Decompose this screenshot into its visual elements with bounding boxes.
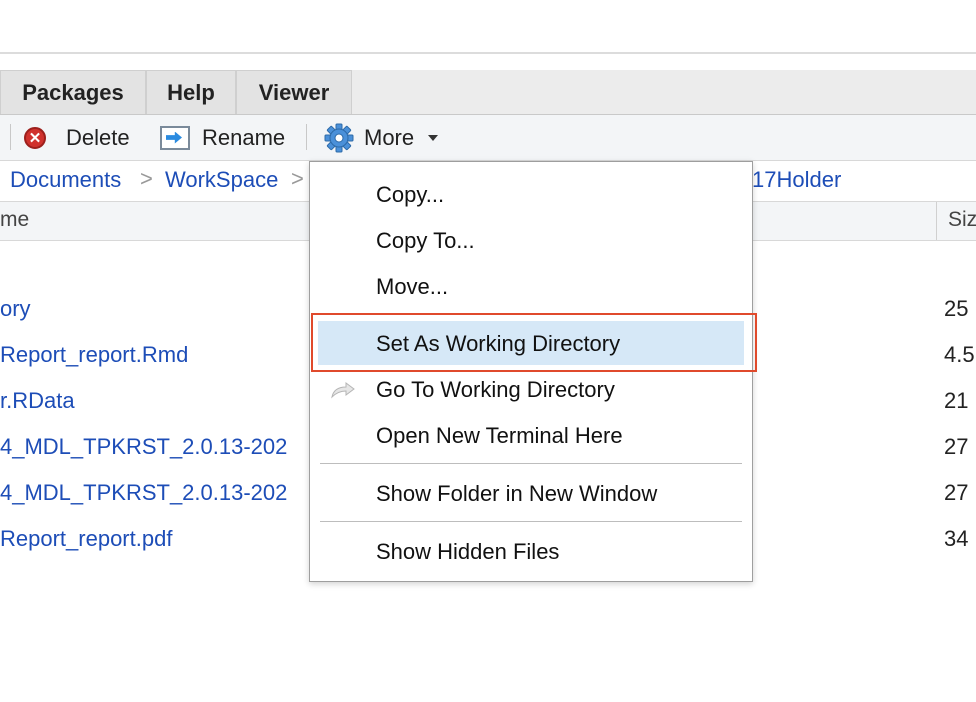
file-name[interactable]: Report_report.Rmd — [0, 342, 188, 368]
file-name[interactable]: 4_MDL_TPKRST_2.0.13-202 — [0, 480, 287, 506]
column-header-name[interactable]: me — [0, 208, 29, 232]
toolbar-divider — [10, 124, 11, 150]
menu-item-label: Copy To... — [376, 228, 475, 253]
breadcrumb-current-folder[interactable]: 17Holder — [752, 167, 841, 193]
menu-item-move[interactable]: Move... — [310, 268, 752, 308]
gear-icon — [324, 123, 354, 152]
file-size: 27 — [944, 434, 969, 459]
breadcrumb-separator: > — [140, 166, 153, 191]
more-dropdown-menu: Copy... Copy To... Move... Set As Workin… — [309, 161, 757, 582]
menu-item-copy[interactable]: Copy... — [310, 176, 752, 216]
menu-item-label: Open New Terminal Here — [376, 423, 623, 448]
caret-down-icon — [428, 134, 439, 141]
tab-viewer[interactable]: Viewer — [236, 70, 352, 114]
delete-label: Delete — [66, 124, 130, 150]
files-toolbar: ✕ Delete Rename More — [0, 115, 976, 161]
file-name[interactable]: Report_report.pdf — [0, 526, 172, 552]
menu-item-go-to-working-directory[interactable]: Go To Working Directory — [310, 371, 752, 411]
file-size: 25 — [944, 296, 969, 321]
file-size: 27 — [944, 480, 969, 505]
toolbar-divider — [306, 124, 307, 150]
top-pane-edge — [0, 0, 976, 54]
menu-item-label: Move... — [376, 274, 449, 299]
menu-separator — [320, 463, 742, 464]
menu-item-label: Show Hidden Files — [376, 539, 560, 564]
column-divider — [936, 202, 937, 240]
file-size: 21 — [944, 388, 969, 413]
delete-icon: ✕ — [24, 126, 46, 149]
menu-separator — [320, 521, 742, 522]
menu-item-copy-to[interactable]: Copy To... — [310, 222, 752, 262]
file-size: 34 — [944, 526, 969, 551]
menu-item-show-hidden-files[interactable]: Show Hidden Files — [310, 533, 752, 573]
rename-button[interactable]: Rename — [160, 115, 285, 160]
goto-arrow-icon — [331, 382, 355, 399]
rename-label: Rename — [202, 124, 286, 150]
more-button[interactable]: More — [324, 115, 439, 160]
file-name[interactable]: r.RData — [0, 388, 75, 414]
file-size: 4.5 — [944, 342, 975, 367]
column-header-size[interactable]: Siz — [948, 208, 976, 232]
tab-packages[interactable]: Packages — [0, 70, 146, 114]
breadcrumb-documents[interactable]: Documents — [10, 167, 121, 193]
delete-button[interactable]: ✕ Delete — [24, 115, 130, 160]
breadcrumb-separator: > — [291, 166, 304, 191]
file-name[interactable]: 4_MDL_TPKRST_2.0.13-202 — [0, 434, 287, 460]
breadcrumb-workspace[interactable]: WorkSpace — [165, 167, 278, 193]
pane-tab-bar: Packages Help Viewer — [0, 70, 976, 115]
menu-item-label: Go To Working Directory — [376, 377, 615, 402]
menu-item-open-terminal[interactable]: Open New Terminal Here — [310, 417, 752, 457]
menu-item-label: Copy... — [376, 182, 445, 207]
highlight-annotation-box — [311, 313, 757, 372]
menu-item-show-folder-new-window[interactable]: Show Folder in New Window — [310, 475, 752, 515]
rename-icon — [160, 125, 190, 150]
file-name[interactable]: ory — [0, 296, 31, 322]
tab-help[interactable]: Help — [146, 70, 236, 114]
menu-item-label: Show Folder in New Window — [376, 481, 658, 506]
more-label: More — [364, 124, 415, 150]
